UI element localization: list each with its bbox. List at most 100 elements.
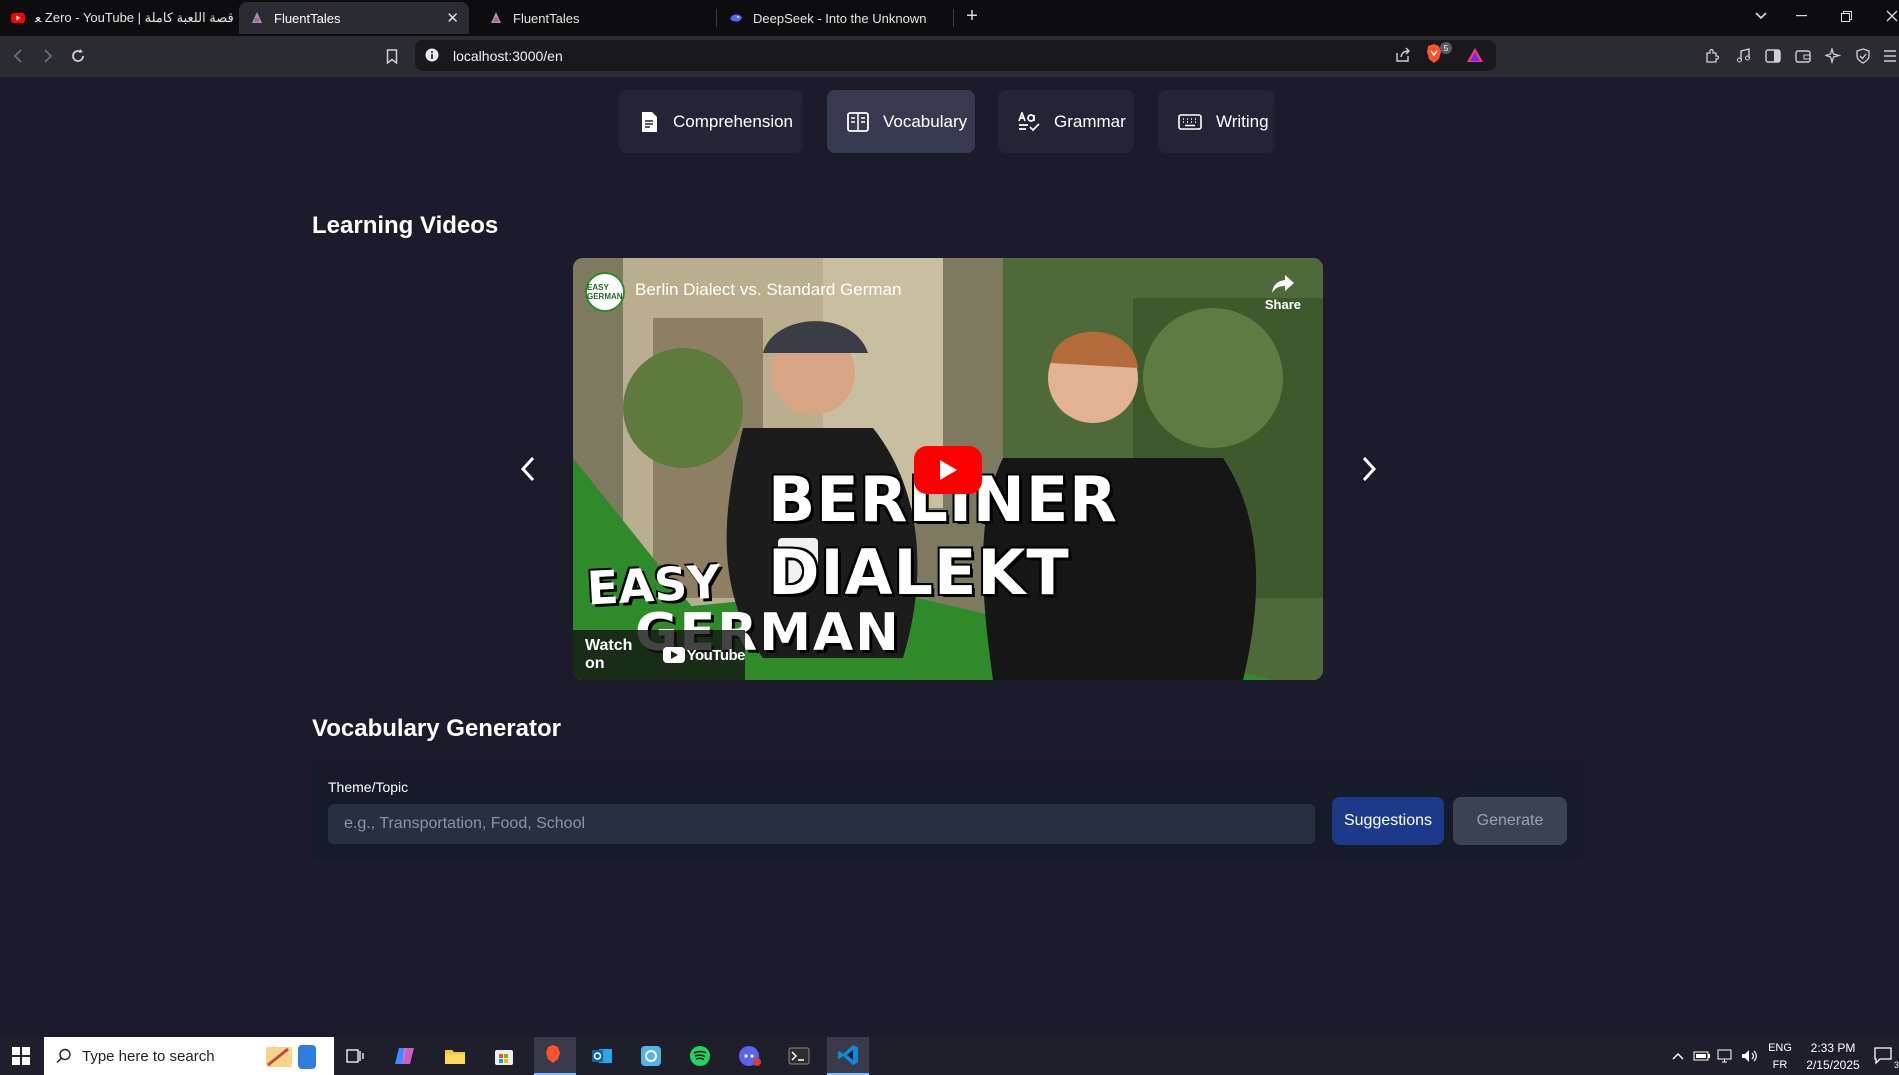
language-indicator[interactable]: ENG FR: [1764, 1040, 1796, 1074]
video-title[interactable]: Berlin Dialect vs. Standard German: [635, 280, 901, 300]
copilot-icon[interactable]: [391, 1042, 419, 1070]
volume-icon[interactable]: [1736, 1042, 1764, 1070]
notifications-icon[interactable]: 3: [1870, 1042, 1899, 1070]
close-window-button[interactable]: [1872, 0, 1899, 32]
vocabulary-generator-title: Vocabulary Generator: [312, 715, 561, 742]
youtube-wordmark: YouTube: [686, 646, 746, 664]
share-label: Share: [1264, 297, 1301, 312]
learning-videos-title: Learning Videos: [312, 212, 499, 239]
share-icon[interactable]: [1395, 47, 1411, 68]
browser-toolbar: localhost:3000/en 5: [0, 36, 1899, 77]
chevron-left-icon: [520, 456, 535, 482]
youtube-play-icon: [662, 647, 685, 663]
back-button[interactable]: [6, 44, 30, 68]
nav-label: Grammar: [1054, 111, 1126, 131]
file-explorer-icon[interactable]: [441, 1042, 469, 1070]
url-text: localhost:3000/en: [453, 48, 563, 64]
microsoft-store-icon[interactable]: [490, 1042, 518, 1070]
close-icon[interactable]: ✕: [446, 9, 459, 27]
suggestions-button[interactable]: Suggestions: [1332, 797, 1444, 845]
play-button[interactable]: [914, 446, 982, 494]
vocabulary-generator-panel: Theme/Topic Suggestions Generate: [312, 761, 1584, 862]
windows-start-icon[interactable]: [7, 1042, 35, 1070]
quick-assist-icon[interactable]: [637, 1042, 665, 1070]
search-highlight-icon: [254, 1041, 324, 1075]
vscode-icon[interactable]: [827, 1037, 869, 1075]
tab-deepseek[interactable]: DeepSeek - Into the Unknown: [718, 2, 948, 34]
tab-youtube[interactable]: ﻌ Zero - YouTube | قصة اللعبة كاملة: [0, 2, 236, 34]
theme-topic-input[interactable]: [328, 804, 1315, 844]
spotify-icon[interactable]: [686, 1042, 714, 1070]
youtube-logo: YouTube: [662, 646, 746, 664]
nav-label: Vocabulary: [883, 111, 968, 131]
clock-time: 2:33 PM: [1810, 1041, 1856, 1055]
thumbnail-headline: BERLINER DIALEKT: [768, 463, 1118, 609]
share-button[interactable]: Share: [1265, 274, 1301, 312]
nav-writing[interactable]: Writing: [1158, 90, 1275, 153]
share-arrow-icon: [1271, 275, 1294, 293]
media-icon[interactable]: [1731, 44, 1755, 68]
watch-on-youtube-button[interactable]: Watch on YouTube: [573, 630, 746, 680]
shields-count-badge: 5: [1440, 42, 1452, 54]
carousel-next-button[interactable]: [1354, 454, 1384, 484]
fluenttales-icon: [249, 10, 265, 26]
tab-label: ﻌ Zero - YouTube | قصة اللعبة كاملة: [35, 10, 234, 25]
clock-date: 2/15/2025: [1806, 1058, 1860, 1072]
tab-label: FluentTales: [513, 10, 580, 26]
nav-vocabulary[interactable]: Vocabulary: [827, 90, 975, 153]
browser-tab-strip: ﻌ Zero - YouTube | قصة اللعبة كاملة Flue…: [0, 0, 1899, 36]
nav-label: Writing: [1216, 111, 1269, 131]
language-secondary: FR: [1772, 1059, 1788, 1071]
sidebar-icon[interactable]: [1761, 44, 1785, 68]
task-view-icon[interactable]: [341, 1042, 369, 1070]
address-bar[interactable]: localhost:3000/en 5: [415, 40, 1496, 71]
notification-count: 3: [1893, 1060, 1899, 1070]
wallet-icon[interactable]: [1791, 44, 1815, 68]
brave-rewards-icon[interactable]: [1466, 47, 1484, 68]
search-icon: [56, 1048, 71, 1064]
windows-taskbar: Type here to search ENG FR 2:33 PM 2/15/…: [0, 1037, 1899, 1075]
reload-button[interactable]: [66, 44, 90, 68]
chevron-right-icon: [1362, 456, 1377, 482]
vpn-icon[interactable]: [1851, 44, 1875, 68]
leo-ai-icon[interactable]: [1821, 44, 1845, 68]
tab-label: FluentTales: [274, 10, 341, 26]
carousel-prev-button[interactable]: [513, 454, 543, 484]
discord-icon[interactable]: [736, 1042, 764, 1070]
nav-comprehension[interactable]: Comprehension: [619, 90, 803, 153]
forward-button[interactable]: [36, 44, 60, 68]
brave-taskbar-icon[interactable]: [534, 1037, 576, 1075]
outlook-icon[interactable]: [588, 1042, 616, 1070]
deepseek-icon: [728, 10, 744, 26]
bookmark-icon[interactable]: [380, 44, 404, 68]
tab-fluenttales[interactable]: FluentTales: [478, 2, 708, 34]
extensions-icon[interactable]: [1700, 44, 1724, 68]
taskbar-search-placeholder: Type here to search: [82, 1047, 215, 1065]
keyboard-icon: [1178, 113, 1202, 130]
site-info-icon[interactable]: [425, 48, 439, 67]
tab-divider: [716, 9, 717, 27]
language-primary: ENG: [1768, 1042, 1792, 1054]
tab-label: DeepSeek - Into the Unknown: [753, 10, 927, 26]
theme-topic-label: Theme/Topic: [328, 779, 409, 795]
fluenttales-icon: [488, 10, 504, 26]
generate-button[interactable]: Generate: [1453, 797, 1567, 845]
document-icon: [642, 111, 657, 132]
youtube-icon: [10, 10, 26, 26]
restore-button[interactable]: [1826, 0, 1866, 32]
book-icon: [847, 111, 869, 132]
watch-on-label: Watch on: [585, 637, 633, 672]
minimize-button[interactable]: [1781, 0, 1821, 32]
terminal-icon[interactable]: [785, 1042, 813, 1070]
clock[interactable]: 2:33 PM 2/15/2025: [1800, 1040, 1866, 1074]
tab-search-button[interactable]: [1741, 0, 1781, 32]
new-tab-button[interactable]: +: [952, 0, 992, 32]
nav-label: Comprehension: [673, 111, 794, 131]
grammar-icon: [1018, 111, 1040, 131]
nav-grammar[interactable]: Grammar: [998, 90, 1134, 153]
tab-fluenttales-active[interactable]: FluentTales ✕: [239, 2, 469, 34]
video-player[interactable]: EASY GERMAN Berlin Dialect vs. Standard …: [573, 258, 1323, 680]
menu-icon[interactable]: [1878, 44, 1899, 68]
channel-avatar[interactable]: EASY GERMAN: [585, 272, 625, 312]
taskbar-search-box[interactable]: Type here to search: [44, 1037, 334, 1075]
